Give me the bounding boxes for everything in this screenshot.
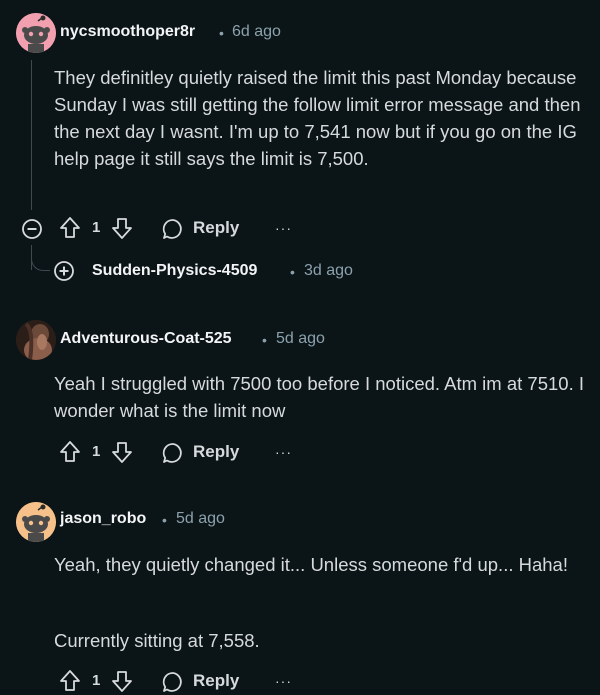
- more-options-button[interactable]: ···: [275, 673, 292, 689]
- comment-username[interactable]: nycsmoothoper8r: [60, 23, 195, 41]
- comment-body-paragraph: Yeah, they quietly changed it... Unless …: [54, 554, 568, 575]
- vote-count: 1: [92, 219, 101, 236]
- reply-button[interactable]: Reply: [193, 671, 239, 691]
- comment-actions: 1 Reply ···: [20, 440, 320, 466]
- vote-count: 1: [92, 672, 101, 689]
- vote-count: 1: [92, 443, 101, 460]
- avatar-jason-robo[interactable]: [16, 502, 56, 542]
- expand-thread-icon[interactable]: [53, 260, 75, 282]
- avatar-adventurous-coat-525[interactable]: [16, 320, 56, 360]
- upvote-icon[interactable]: [59, 669, 81, 693]
- reply-connector-curve: [31, 254, 50, 271]
- upvote-icon[interactable]: [59, 216, 81, 240]
- downvote-icon[interactable]: [111, 440, 133, 464]
- reply-bubble-icon[interactable]: [161, 217, 185, 241]
- meta-separator: •: [162, 512, 167, 528]
- downvote-icon[interactable]: [111, 669, 133, 693]
- more-options-button[interactable]: ···: [275, 444, 292, 460]
- avatar-nycsmoothoper8r[interactable]: [16, 13, 56, 53]
- comment-actions: 1 Reply ···: [20, 669, 320, 695]
- meta-separator: •: [262, 332, 267, 348]
- snoo-avatar-icon: [16, 13, 56, 53]
- reply-button[interactable]: Reply: [193, 442, 239, 462]
- thread-line: [31, 60, 32, 210]
- collapsed-reply-timestamp[interactable]: 3d ago: [304, 262, 353, 280]
- reply-bubble-icon[interactable]: [161, 441, 185, 465]
- comment-body: Yeah I struggled with 7500 too before I …: [54, 373, 584, 421]
- more-options-button[interactable]: ···: [275, 220, 292, 236]
- comment-timestamp[interactable]: 5d ago: [276, 330, 325, 348]
- reply-button[interactable]: Reply: [193, 218, 239, 238]
- comment-username[interactable]: Adventurous-Coat-525: [60, 330, 232, 348]
- reply-bubble-icon[interactable]: [161, 670, 185, 694]
- collapse-thread-icon[interactable]: [21, 218, 43, 240]
- profile-photo-icon: [16, 320, 56, 360]
- comment-timestamp[interactable]: 5d ago: [176, 510, 225, 528]
- downvote-icon[interactable]: [111, 216, 133, 240]
- upvote-icon[interactable]: [59, 440, 81, 464]
- meta-separator: •: [219, 25, 224, 41]
- comment-body-paragraph: Currently sitting at 7,558.: [54, 630, 260, 651]
- comment-body: They definitley quietly raised the limit…: [54, 67, 581, 169]
- comment-username[interactable]: jason_robo: [60, 510, 146, 528]
- comment-timestamp[interactable]: 6d ago: [232, 23, 281, 41]
- collapsed-reply-username[interactable]: Sudden-Physics-4509: [92, 262, 257, 280]
- snoo-avatar-icon: [16, 502, 56, 542]
- comment-actions: 1 Reply ···: [20, 216, 320, 242]
- meta-separator: •: [290, 264, 295, 280]
